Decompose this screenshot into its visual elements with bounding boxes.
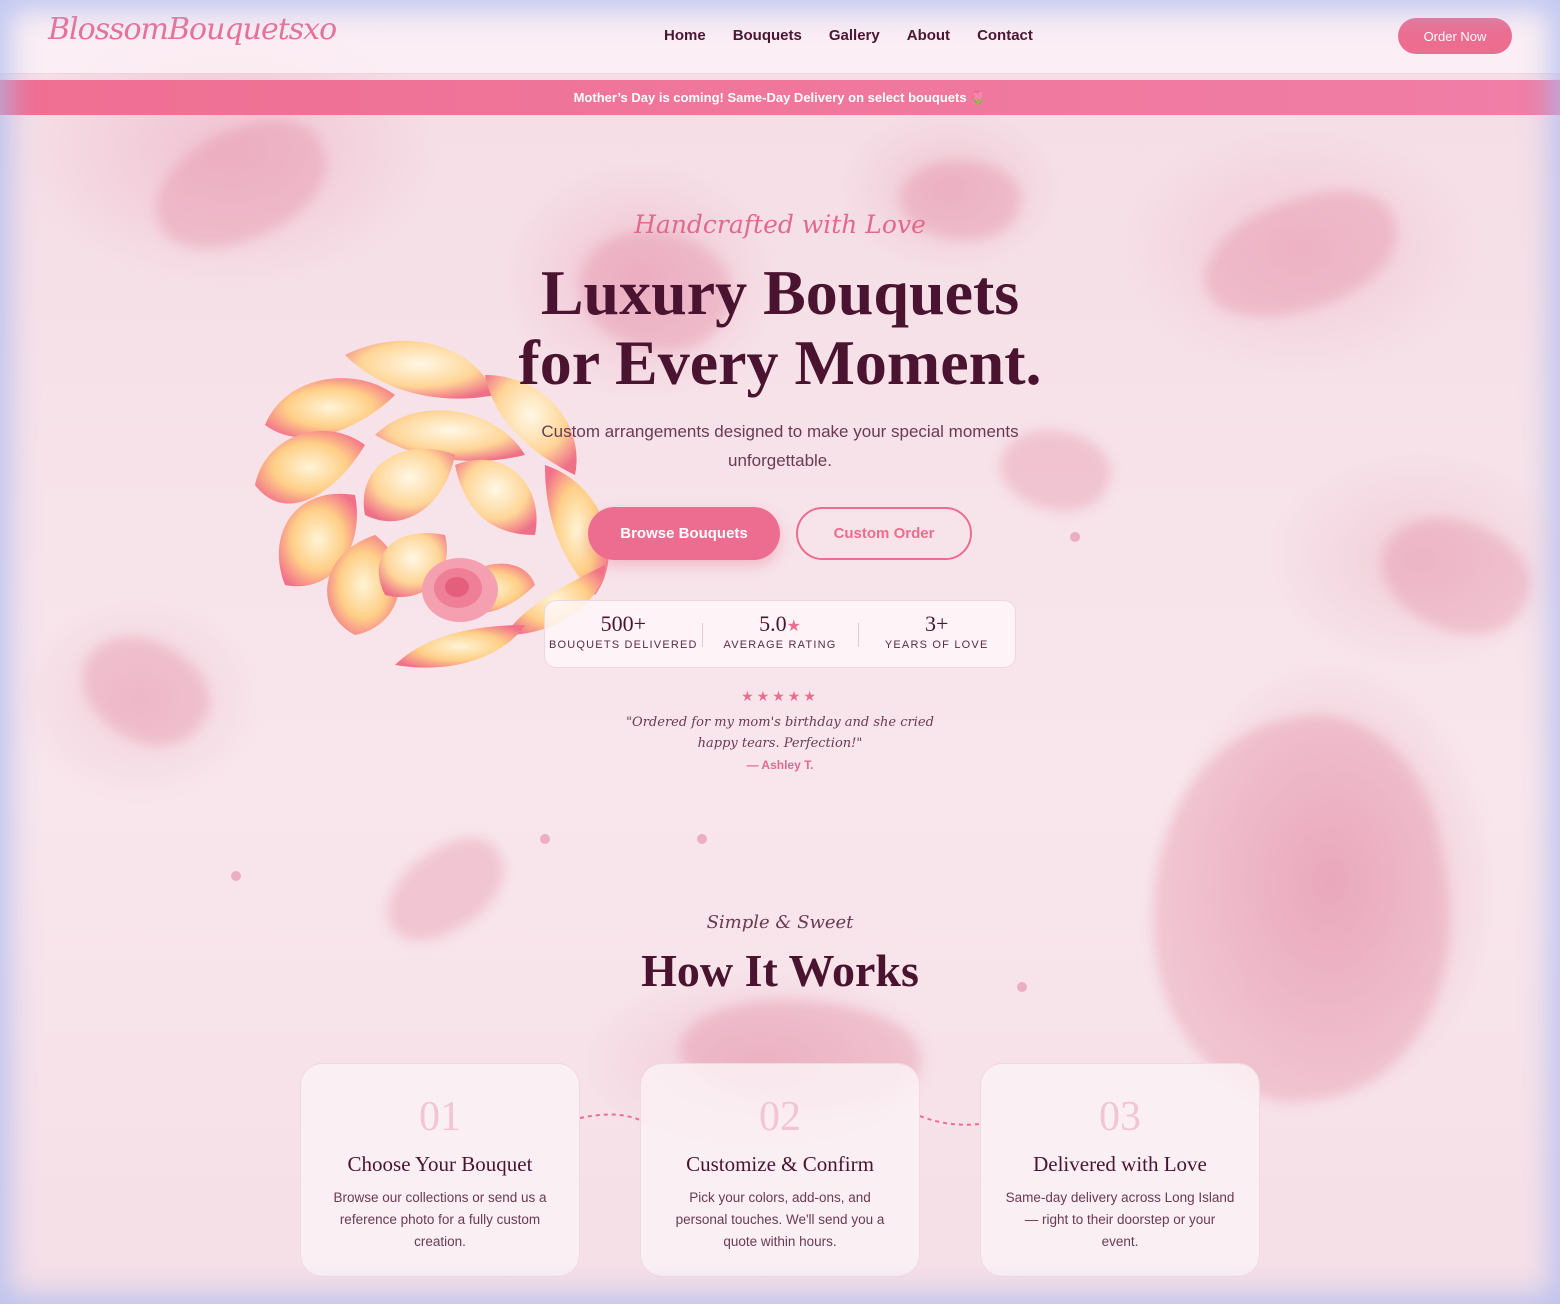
nav-link-bouquets[interactable]: Bouquets	[733, 27, 802, 44]
nav-link-gallery[interactable]: Gallery	[829, 27, 880, 44]
how-it-works-eyebrow: Simple & Sweet	[706, 912, 854, 933]
review-quote: "Ordered for my mom's birthday and she c…	[626, 715, 934, 751]
step-card: 02 Customize & Confirm Pick your colors,…	[640, 1063, 920, 1277]
order-now-button[interactable]: Order Now	[1398, 18, 1512, 54]
hero-subtitle: Custom arrangements designed to make you…	[541, 422, 1019, 470]
site-header: BlossomBouquetsxo Home Bouquets Gallery …	[0, 0, 1560, 74]
stats-bar: 500+ BOUQUETS DELIVERED 5.0★ AVERAGE RAT…	[544, 600, 1016, 668]
hero-headline-line1: Luxury Bouquets	[540, 257, 1020, 328]
stat-value: 3+	[924, 611, 949, 636]
stat-label: BOUQUETS DELIVERED	[548, 639, 698, 651]
step-connector-2	[920, 1115, 980, 1126]
custom-order-button[interactable]: Custom Order	[796, 507, 972, 560]
nav-link-about[interactable]: About	[907, 27, 950, 44]
step-description: Same-day delivery across Long Island — r…	[1005, 1190, 1235, 1249]
main-nav: Home Bouquets Gallery About Contact	[664, 27, 1033, 44]
stat-bouquets: 500+ BOUQUETS DELIVERED	[545, 601, 702, 667]
stat-label: AVERAGE RATING	[723, 639, 837, 651]
star-icon: ★	[786, 618, 801, 635]
step-number: 02	[759, 1094, 801, 1140]
hero-headline-line2: for Every Moment.	[518, 327, 1042, 398]
site-logo[interactable]: BlossomBouquetsxo	[48, 12, 337, 47]
stat-rating: 5.0★ AVERAGE RATING	[701, 601, 859, 667]
stat-value: 500+	[600, 611, 647, 636]
nav-link-home[interactable]: Home	[664, 27, 706, 44]
nav-link-contact[interactable]: Contact	[977, 27, 1033, 44]
step-card: 03 Delivered with Love Same-day delivery…	[980, 1063, 1260, 1277]
promo-banner: Mother’s Day is coming! Same-Day Deliver…	[0, 80, 1560, 115]
step-description: Browse our collections or send us a refe…	[333, 1190, 547, 1249]
step-description: Pick your colors, add-ons, and personal …	[675, 1190, 885, 1249]
browse-bouquets-button[interactable]: Browse Bouquets	[588, 507, 780, 560]
stat-years: 3+ YEARS OF LOVE	[858, 601, 1015, 667]
stat-value: 5.0★	[759, 611, 801, 636]
review-author: — Ashley T.	[746, 758, 814, 772]
step-title: Customize & Confirm	[686, 1152, 874, 1176]
step-number: 03	[1099, 1094, 1141, 1140]
step-card: 01 Choose Your Bouquet Browse our collec…	[300, 1063, 580, 1277]
step-number: 01	[419, 1094, 461, 1140]
hero-headline: Luxury Bouquets for Every Moment.	[0, 258, 1560, 398]
stat-label: YEARS OF LOVE	[884, 639, 989, 651]
how-it-works-title: How It Works	[641, 945, 919, 996]
step-title: Delivered with Love	[1033, 1152, 1207, 1176]
step-title: Choose Your Bouquet	[347, 1152, 533, 1176]
hero-eyebrow: Handcrafted with Love	[634, 210, 926, 239]
review-stars-icon: ★★★★★	[741, 689, 819, 705]
step-connector-1	[580, 1113, 640, 1121]
